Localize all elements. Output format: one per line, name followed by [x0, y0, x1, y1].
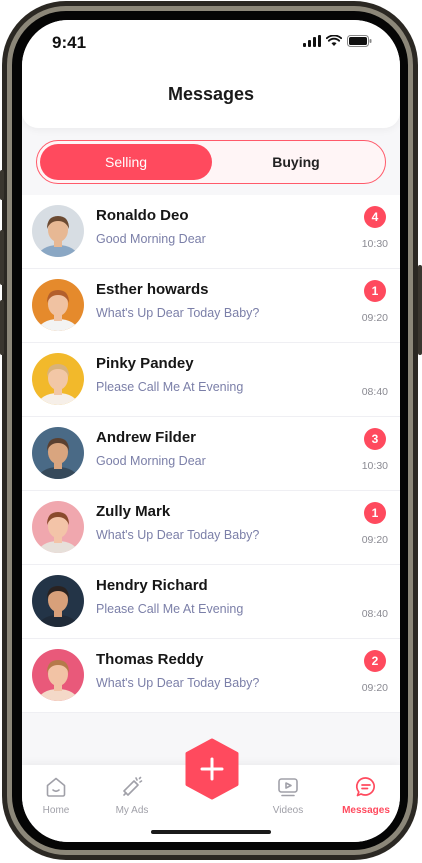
- volume-down-button: [0, 300, 4, 355]
- tab-videos-label: Videos: [272, 805, 304, 816]
- message-preview: What's Up Dear Today Baby?: [96, 306, 260, 320]
- avatar: [32, 205, 84, 257]
- add-button[interactable]: [183, 738, 241, 800]
- unread-badge: 3: [364, 428, 386, 450]
- status-bar: 9:41: [22, 20, 400, 70]
- tab-messages[interactable]: Messages: [336, 775, 396, 816]
- message-preview: Please Call Me At Evening: [96, 602, 244, 616]
- message-time: 10:30: [361, 460, 388, 472]
- status-time: 9:41: [52, 33, 87, 52]
- tab-selling[interactable]: Selling: [40, 144, 212, 180]
- chat-icon: [355, 777, 375, 797]
- message-time: 09:20: [361, 534, 388, 546]
- message-row[interactable]: Ronaldo Deo Good Morning Dear 4 10:30: [22, 195, 400, 269]
- contact-name: Zully Mark: [96, 503, 171, 520]
- contact-name: Thomas Reddy: [96, 651, 204, 668]
- power-button: [418, 265, 422, 355]
- megaphone-icon: [123, 776, 143, 796]
- home-indicator: [151, 830, 271, 834]
- contact-name: Pinky Pandey: [96, 355, 194, 372]
- avatar: [32, 279, 84, 331]
- video-icon: [278, 778, 298, 797]
- page-title: Messages: [167, 84, 255, 104]
- avatar: [32, 649, 84, 701]
- message-list: Ronaldo Deo Good Morning Dear 4 10:30 Esther…: [22, 195, 400, 713]
- status-icons: [303, 35, 372, 47]
- unread-badge: 4: [364, 206, 386, 228]
- message-preview: What's Up Dear Today Baby?: [96, 676, 260, 690]
- unread-badge: 2: [364, 650, 386, 672]
- avatar: [32, 501, 84, 553]
- message-preview: Please Call Me At Evening: [96, 380, 244, 394]
- message-time: 08:40: [361, 386, 388, 398]
- message-time: 09:20: [361, 682, 388, 694]
- tab-my-ads-label: My Ads: [115, 805, 149, 816]
- contact-name: Esther howards: [96, 281, 209, 298]
- screen: 9:41 Messages Selling Buying Ronaldo Deo…: [22, 20, 400, 842]
- tab-home-label: Home: [42, 805, 70, 816]
- contact-name: Ronaldo Deo: [96, 207, 189, 224]
- message-row[interactable]: Hendry Richard Please Call Me At Evening 0…: [22, 565, 400, 639]
- unread-badge: 1: [364, 280, 386, 302]
- mute-switch: [0, 170, 4, 200]
- message-row[interactable]: Andrew Filder Good Morning Dear 3 10:30: [22, 417, 400, 491]
- tab-buying[interactable]: Buying: [210, 144, 382, 180]
- header: 9:41 Messages: [22, 20, 400, 128]
- message-time: 09:20: [361, 312, 388, 324]
- signal-icon: [303, 35, 321, 47]
- wifi-icon: [326, 35, 342, 46]
- message-preview: Good Morning Dear: [96, 232, 206, 246]
- tab-messages-label: Messages: [342, 805, 390, 816]
- avatar: [32, 427, 84, 479]
- home-icon: [46, 777, 66, 797]
- tab-videos[interactable]: Videos: [258, 775, 318, 816]
- message-preview: What's Up Dear Today Baby?: [96, 528, 260, 542]
- avatar: [32, 575, 84, 627]
- message-row[interactable]: Zully Mark What's Up Dear Today Baby? 1 09:…: [22, 491, 400, 565]
- tab-home[interactable]: Home: [26, 775, 86, 816]
- contact-name: Hendry Richard: [96, 577, 208, 594]
- message-time: 08:40: [361, 608, 388, 620]
- segment-control: Selling Buying: [36, 140, 386, 184]
- unread-badge: 1: [364, 502, 386, 524]
- message-time: 10:30: [361, 238, 388, 250]
- message-row[interactable]: Pinky Pandey Please Call Me At Evening 08:…: [22, 343, 400, 417]
- message-preview: Good Morning Dear: [96, 454, 206, 468]
- battery-icon: [347, 35, 372, 47]
- avatar: [32, 353, 84, 405]
- message-row[interactable]: Esther howards What's Up Dear Today Baby?…: [22, 269, 400, 343]
- message-row[interactable]: Thomas Reddy What's Up Dear Today Baby? 2 0…: [22, 639, 400, 713]
- tab-my-ads[interactable]: My Ads: [102, 775, 162, 816]
- contact-name: Andrew Filder: [96, 429, 197, 446]
- volume-up-button: [0, 230, 4, 285]
